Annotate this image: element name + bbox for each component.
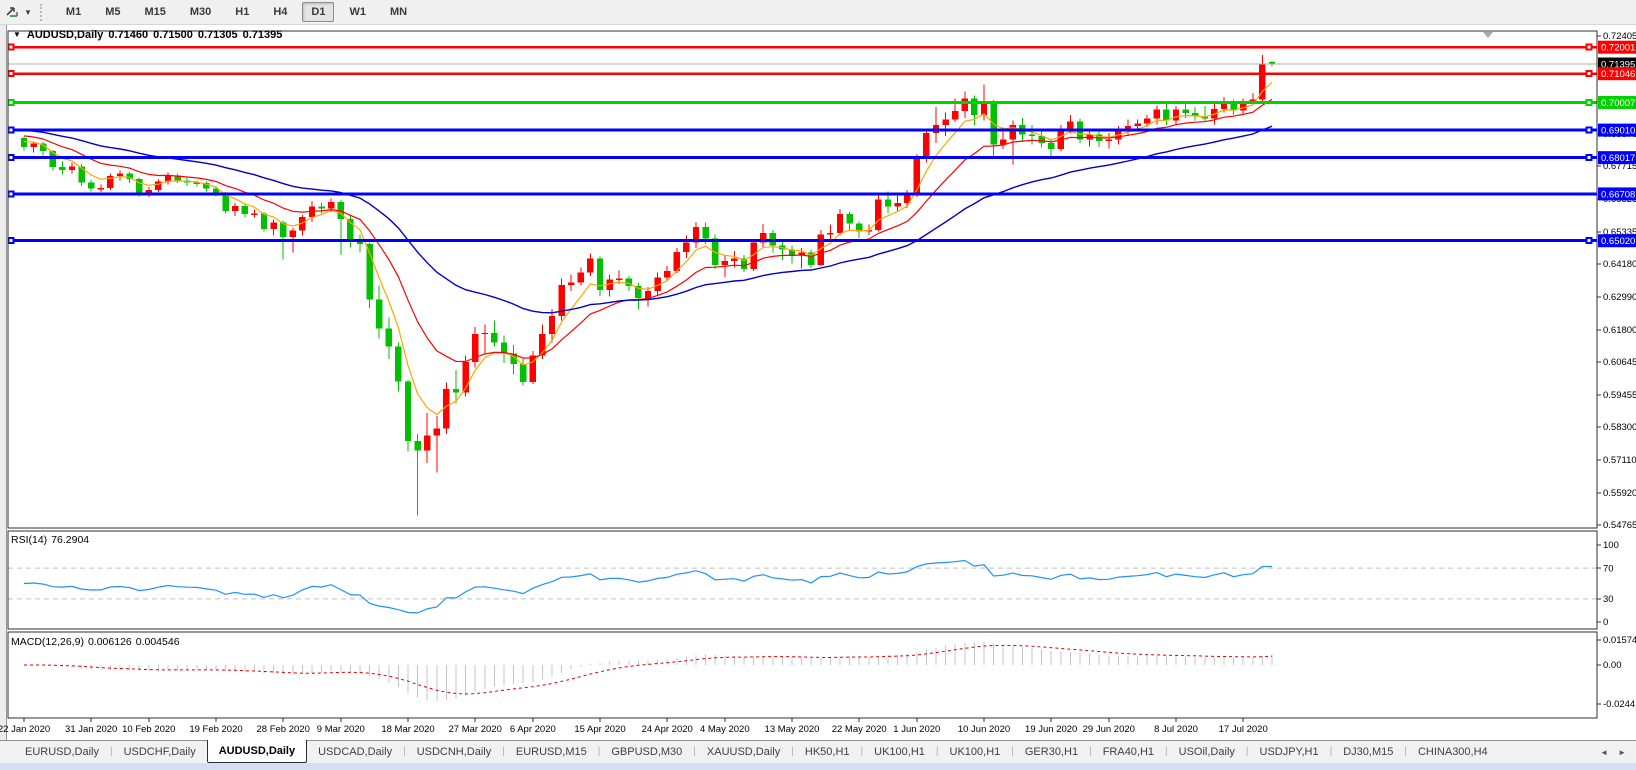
tab-uk100-h1[interactable]: UK100,H1: [939, 741, 1012, 763]
tab-usdjpy-h1[interactable]: USDJPY,H1: [1249, 741, 1330, 763]
svg-text:29 Jun 2020: 29 Jun 2020: [1083, 724, 1135, 735]
svg-text:22 May 2020: 22 May 2020: [832, 724, 887, 735]
tab-scroll-left-icon[interactable]: ◄: [1600, 748, 1608, 757]
svg-text:0.72001: 0.72001: [1601, 43, 1635, 54]
svg-text:22 Jan 2020: 22 Jan 2020: [0, 724, 50, 735]
macd-indicator-label: MACD(12,26,9)0.0061260.004546: [11, 636, 184, 648]
svg-text:0.01574: 0.01574: [1603, 635, 1636, 646]
symbol-dropdown-caret-icon[interactable]: ▼: [13, 30, 21, 39]
tab-china300-h4[interactable]: CHINA300,H4: [1407, 741, 1499, 763]
svg-text:27 Mar 2020: 27 Mar 2020: [449, 724, 502, 735]
svg-text:0.57110: 0.57110: [1603, 455, 1636, 466]
timeframe-button-h4[interactable]: H4: [264, 2, 296, 22]
svg-text:0.72405: 0.72405: [1603, 31, 1636, 42]
timeframe-button-h1[interactable]: H1: [226, 2, 258, 22]
svg-text:15 Apr 2020: 15 Apr 2020: [574, 724, 625, 735]
tab-usoil-daily[interactable]: USOil,Daily: [1168, 741, 1246, 763]
timeframe-button-w1[interactable]: W1: [340, 2, 375, 22]
svg-text:1 Jun 2020: 1 Jun 2020: [893, 724, 940, 735]
ohlc-low: 0.71305: [198, 29, 238, 41]
svg-text:10 Feb 2020: 10 Feb 2020: [122, 724, 175, 735]
svg-text:4 May 2020: 4 May 2020: [700, 724, 750, 735]
svg-text:0.66708: 0.66708: [1601, 189, 1635, 200]
tab-uk100-h1[interactable]: UK100,H1: [863, 741, 936, 763]
toolbar: ▼ M1 M5 M15 M30 H1 H4 D1 W1 MN: [0, 0, 1636, 25]
tab-usdcad-daily[interactable]: USDCAD,Daily: [307, 741, 403, 763]
svg-text:0.65020: 0.65020: [1601, 236, 1635, 247]
candlestick-chart[interactable]: 0.724050.688700.677150.665250.653350.641…: [0, 0, 1636, 770]
svg-text:9 Mar 2020: 9 Mar 2020: [317, 724, 365, 735]
svg-text:0.58300: 0.58300: [1603, 422, 1636, 433]
tab-eurusd-daily[interactable]: EURUSD,Daily: [14, 741, 110, 763]
tab-gbpusd-m30[interactable]: GBPUSD,M30: [600, 741, 693, 763]
svg-text:0.55920: 0.55920: [1603, 488, 1636, 499]
svg-text:0.71046: 0.71046: [1601, 69, 1635, 80]
svg-text:19 Feb 2020: 19 Feb 2020: [189, 724, 242, 735]
tab-audusd-daily[interactable]: AUDUSD,Daily: [207, 740, 307, 763]
svg-text:13 May 2020: 13 May 2020: [765, 724, 820, 735]
chart-title: ▼ AUDUSD,Daily 0.71460 0.71500 0.71305 0.7139…: [13, 29, 282, 41]
ohlc-close: 0.71395: [243, 29, 283, 41]
tab-fra40-h1[interactable]: FRA40,H1: [1092, 741, 1165, 763]
svg-text:31 Jan 2020: 31 Jan 2020: [65, 724, 117, 735]
svg-text:0.64180: 0.64180: [1603, 259, 1636, 270]
symbol-title: AUDUSD,Daily: [27, 29, 103, 41]
tab-hk50-h1[interactable]: HK50,H1: [794, 741, 861, 763]
svg-text:6 Apr 2020: 6 Apr 2020: [510, 724, 556, 735]
crosshair-tool-icon[interactable]: [4, 3, 22, 21]
svg-text:17 Jul 2020: 17 Jul 2020: [1219, 724, 1268, 735]
svg-text:0.59455: 0.59455: [1603, 390, 1636, 401]
svg-text:-0.02441: -0.02441: [1603, 699, 1636, 710]
ohlc-open: 0.71460: [108, 29, 148, 41]
svg-text:0.61800: 0.61800: [1603, 325, 1636, 336]
status-strip: [0, 763, 1636, 770]
tab-xauusd-daily[interactable]: XAUUSD,Daily: [696, 741, 791, 763]
tool-dropdown-caret-icon[interactable]: ▼: [24, 8, 32, 17]
chart-tabbar: EURUSD,Daily|USDCHF,DailyAUDUSD,DailyUSD…: [0, 740, 1636, 763]
timeframe-button-m30[interactable]: M30: [181, 2, 220, 22]
tab-ger30-h1[interactable]: GER30,H1: [1014, 741, 1089, 763]
tab-usdchf-daily[interactable]: USDCHF,Daily: [113, 741, 207, 763]
svg-text:10 Jun 2020: 10 Jun 2020: [958, 724, 1010, 735]
timeframe-button-mn[interactable]: MN: [381, 2, 416, 22]
svg-text:0: 0: [1603, 617, 1608, 628]
timeframe-button-d1[interactable]: D1: [302, 2, 334, 22]
svg-text:100: 100: [1603, 540, 1619, 551]
timeframe-button-m1[interactable]: M1: [57, 2, 90, 22]
svg-text:8 Jul 2020: 8 Jul 2020: [1154, 724, 1198, 735]
window-left-edge: [0, 25, 6, 740]
timeframe-buttons: M1 M5 M15 M30 H1 H4 D1 W1 MN: [54, 2, 419, 22]
svg-text:24 Apr 2020: 24 Apr 2020: [642, 724, 693, 735]
tab-usdcnh-daily[interactable]: USDCNH,Daily: [406, 741, 503, 763]
timeframe-button-m5[interactable]: M5: [96, 2, 129, 22]
tab-dj30-m15[interactable]: DJ30,M15: [1332, 741, 1404, 763]
svg-text:0.62990: 0.62990: [1603, 292, 1636, 303]
tab-scroll-right-icon[interactable]: ►: [1618, 748, 1626, 757]
svg-text:28 Feb 2020: 28 Feb 2020: [257, 724, 310, 735]
svg-text:0.00: 0.00: [1603, 660, 1622, 671]
ohlc-high: 0.71500: [153, 29, 193, 41]
svg-text:0.54765: 0.54765: [1603, 520, 1636, 531]
rsi-indicator-label: RSI(14)76.2904: [11, 534, 93, 546]
svg-text:0.70007: 0.70007: [1601, 98, 1635, 109]
svg-text:70: 70: [1603, 563, 1614, 574]
svg-text:0.69010: 0.69010: [1601, 126, 1635, 137]
svg-text:30: 30: [1603, 594, 1614, 605]
tab-eurusd-m15[interactable]: EURUSD,M15: [505, 741, 598, 763]
svg-text:0.68017: 0.68017: [1601, 153, 1635, 164]
toolbar-grip: [40, 4, 46, 21]
svg-text:0.60645: 0.60645: [1603, 357, 1636, 368]
svg-text:19 Jun 2020: 19 Jun 2020: [1025, 724, 1077, 735]
svg-text:18 Mar 2020: 18 Mar 2020: [381, 724, 434, 735]
timeframe-button-m15[interactable]: M15: [135, 2, 174, 22]
